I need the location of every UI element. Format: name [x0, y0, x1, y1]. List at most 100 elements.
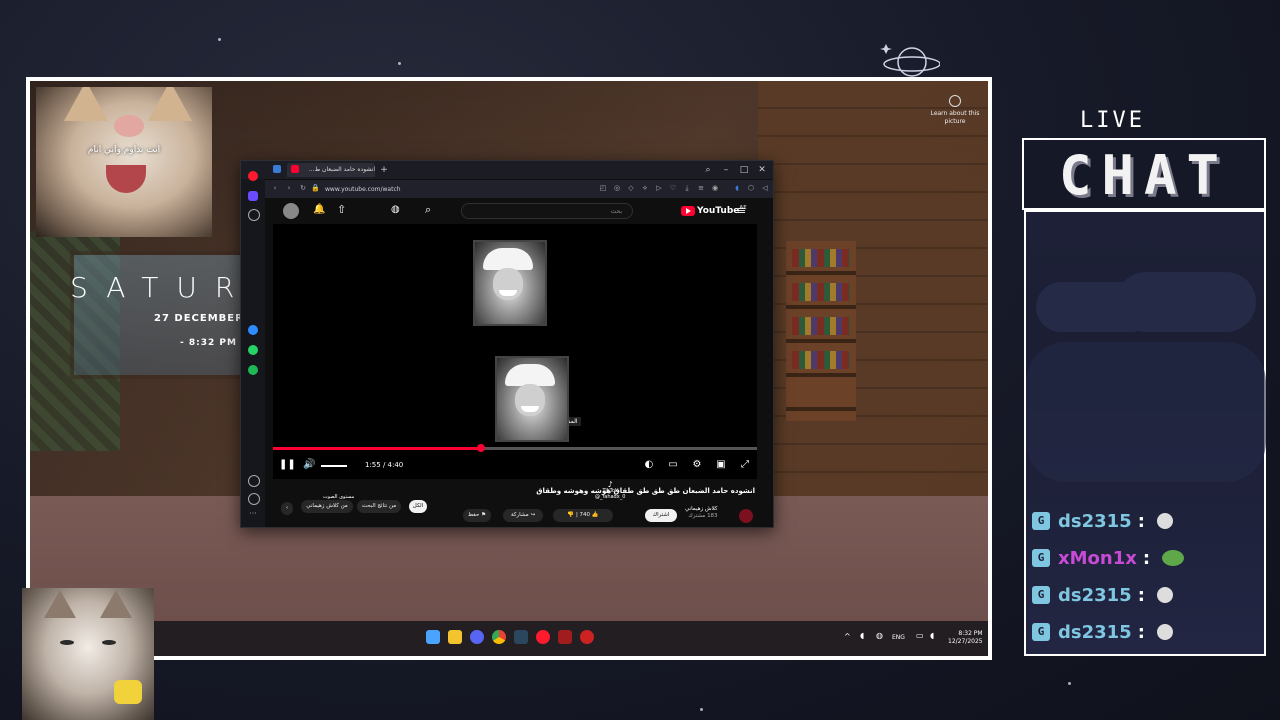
learn-about-picture-button[interactable]: Learn about this picture [930, 95, 980, 126]
save-button[interactable]: حفظ ⚑ [463, 509, 491, 522]
minimize-icon[interactable]: – [719, 163, 733, 177]
bookmarks-icon[interactable] [248, 209, 260, 221]
cat-eye [60, 640, 74, 645]
planet-doodle-icon [880, 44, 940, 77]
favorites-heart-icon[interactable] [248, 475, 260, 487]
video-player[interactable]: المنشد / حامد الضبعان ♪ TikTok @_fahadx_… [273, 224, 757, 500]
new-tab-icon[interactable]: + [377, 163, 391, 177]
chat-username[interactable]: ds2315 [1058, 511, 1132, 532]
chip-related[interactable]: من نتائج البحث [357, 500, 401, 513]
chrome-icon[interactable] [492, 630, 506, 644]
bookmark-heart-icon[interactable]: ♡ [669, 184, 677, 192]
chat-message: G ds2315 : [1032, 508, 1173, 534]
ai-icon[interactable]: ◁ [761, 184, 769, 192]
url-input[interactable] [323, 183, 547, 197]
pause-icon[interactable]: ❚❚ [279, 459, 296, 471]
search-tabs-icon[interactable]: ⌕ [701, 163, 715, 177]
volume-icon[interactable]: 🔊 [303, 459, 315, 471]
share-label: مشاركة [510, 512, 529, 518]
emote-icon [1156, 587, 1173, 603]
shield-icon[interactable]: ◇ [627, 184, 635, 192]
autoplay-toggle-icon[interactable]: ◐ [643, 459, 655, 471]
spotify-icon[interactable] [248, 365, 258, 375]
chat-colon: : [1137, 510, 1145, 532]
fullscreen-icon[interactable]: ⤢ [739, 459, 751, 471]
chip-all[interactable]: الكل [409, 500, 427, 513]
file-explorer-icon[interactable] [448, 630, 462, 644]
share-button[interactable]: مشاركة ↪ [503, 509, 543, 522]
tab-active[interactable]: انشوده حامد الضبعان ط... [287, 163, 375, 177]
subtitles-icon[interactable]: ▭ [667, 459, 679, 471]
volume-slider[interactable] [321, 465, 347, 467]
miniplayer-icon[interactable]: ▣ [715, 459, 727, 471]
player-icon[interactable]: ▷ [655, 184, 663, 192]
emote-icon [1156, 624, 1173, 640]
portrait-headwear [505, 364, 555, 386]
download-icon[interactable]: ⤓ [683, 184, 691, 192]
opera-logo-icon[interactable] [248, 171, 258, 181]
avatar-icon[interactable]: ◉ [711, 184, 719, 192]
speaker-icon[interactable]: ◖ [733, 184, 741, 192]
camera-capture-icon[interactable]: ◎ [613, 184, 621, 192]
app-icon[interactable] [558, 630, 572, 644]
star [1068, 682, 1071, 685]
home-icon[interactable] [248, 191, 258, 201]
chat-badge-icon: G [1032, 586, 1050, 604]
chat-username[interactable]: ds2315 [1058, 622, 1132, 643]
notifications-icon[interactable]: 🔔 [313, 204, 325, 215]
start-windows-icon[interactable] [426, 630, 440, 644]
back-icon[interactable]: ‹ [271, 184, 279, 192]
reload-icon[interactable]: ↻ [299, 184, 307, 192]
chat-username[interactable]: ds2315 [1058, 585, 1132, 606]
snapshot-icon[interactable]: ◰ [599, 184, 607, 192]
chips-prev-icon[interactable]: ‹ [281, 502, 293, 515]
tray-clock[interactable]: 8:32 PM 12/27/2025 [948, 630, 983, 646]
messenger-icon[interactable] [248, 325, 258, 335]
maximize-icon[interactable]: □ [737, 163, 751, 177]
star [700, 708, 703, 711]
tray-date: 12/27/2025 [948, 638, 983, 645]
settings-gear-icon[interactable]: ⚙ [691, 459, 703, 471]
webcam-cat-overlay: انت تداوم واني انام [36, 87, 212, 237]
clock-widget-time: - 8:32 PM - [180, 338, 246, 348]
discord-icon[interactable] [470, 630, 484, 644]
cube-icon[interactable]: ⬡ [747, 184, 755, 192]
vpn-icon[interactable]: ⟡ [641, 184, 649, 192]
tray-volume-icon[interactable]: ◖ [930, 631, 934, 640]
channel-info[interactable]: كلاش زهيماني 183 مشترك [685, 506, 718, 520]
tray-network-icon[interactable]: ▭ [916, 631, 924, 640]
tray-language[interactable]: ENG [892, 634, 905, 641]
cloud-decoration [1116, 272, 1256, 332]
history-icon[interactable] [248, 493, 260, 505]
steam-icon[interactable] [514, 630, 528, 644]
tray-overflow-icon[interactable]: ^ [844, 632, 851, 641]
tray-mic-icon[interactable]: ◍ [876, 631, 883, 640]
easy-setup-icon[interactable]: ≡ [697, 184, 705, 192]
clock-widget-day: SATUR [70, 271, 253, 304]
subscribe-button[interactable]: اشتراك [645, 509, 677, 522]
webcam-cat-bottom [22, 588, 154, 720]
opera-icon[interactable] [536, 630, 550, 644]
close-icon[interactable]: ✕ [755, 163, 769, 177]
video-title: انشوده حامد الضبعان طق طق طق طقاق هوشه و… [536, 487, 755, 495]
cloud-decoration [1026, 342, 1266, 482]
opera-gx-icon[interactable] [580, 630, 594, 644]
search-input[interactable]: بحث [461, 203, 633, 219]
chip-channel[interactable]: من كلاش زهيماني [301, 500, 353, 513]
chat-username[interactable]: xMon1x [1058, 548, 1137, 569]
whatsapp-icon[interactable] [248, 345, 258, 355]
forward-icon[interactable]: › [285, 184, 293, 192]
avatar[interactable] [283, 203, 299, 219]
tray-speaker-icon[interactable]: ◖ [860, 631, 864, 640]
like-dislike-button[interactable]: 👎 | 740 👍 [553, 509, 613, 522]
menu-icon[interactable]: ≡ [737, 204, 746, 217]
upload-icon[interactable]: ⇧ [337, 203, 346, 216]
youtube-header: 🔔 ⇧ ◍ ⌕ بحث YouTubeAE ≡ [265, 198, 773, 224]
progress-bar[interactable] [273, 444, 757, 452]
search-icon[interactable]: ⌕ [425, 203, 431, 217]
more-icon[interactable]: ··· [248, 510, 258, 521]
mic-icon[interactable]: ◍ [391, 204, 400, 215]
channel-avatar[interactable] [739, 509, 753, 523]
star [218, 38, 221, 41]
pin-icon[interactable] [273, 165, 281, 173]
